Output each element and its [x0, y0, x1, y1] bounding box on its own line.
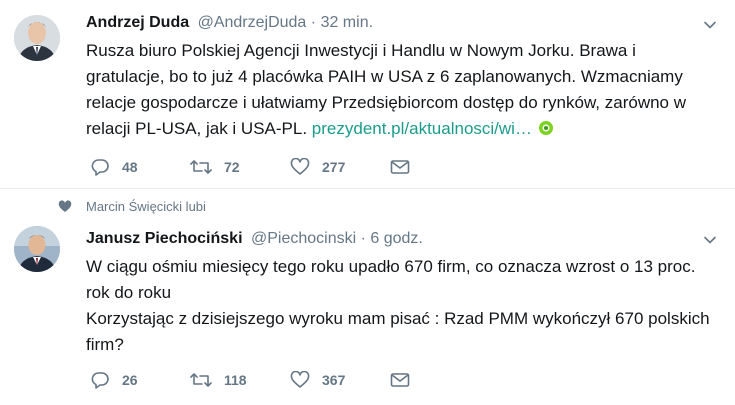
- envelope-icon: [390, 373, 410, 387]
- envelope-icon: [390, 160, 410, 174]
- author-handle[interactable]: @AndrzejDuda: [198, 14, 307, 31]
- like-button[interactable]: 367: [290, 371, 390, 389]
- tweet-header: Janusz Piechociński @Piechocinski · 6 go…: [86, 230, 423, 248]
- tweet-janusz-piechocinski[interactable]: Marcin Święcicki lubi Janusz Piechocińsk…: [0, 189, 735, 405]
- heart-icon: [58, 200, 72, 212]
- like-count: 277: [322, 159, 346, 175]
- retweet-button[interactable]: 118: [190, 372, 290, 388]
- tweet-text: W ciągu ośmiu miesięcy tego roku upadło …: [86, 257, 710, 354]
- retweet-button[interactable]: 72: [190, 159, 290, 175]
- tweet-text: Rusza biuro Polskiej Agencji Inwestycji …: [86, 38, 716, 142]
- avatar[interactable]: [14, 15, 60, 61]
- message-button[interactable]: [390, 159, 422, 175]
- reply-count: 48: [122, 159, 138, 175]
- like-button[interactable]: 277: [290, 158, 390, 176]
- retweet-icon: [190, 160, 212, 174]
- separator: ·: [360, 230, 366, 247]
- reply-icon: [91, 159, 109, 176]
- avatar[interactable]: [14, 226, 60, 272]
- message-button[interactable]: [390, 372, 422, 388]
- tweet-actions: 48 72 277: [90, 157, 422, 177]
- tweet-actions: 26 118 367: [90, 370, 422, 390]
- retweet-count: 72: [224, 159, 240, 175]
- social-context-text[interactable]: Marcin Święcicki lubi: [86, 199, 206, 214]
- reply-icon: [91, 372, 109, 389]
- reply-count: 26: [122, 372, 138, 388]
- heart-icon: [290, 371, 310, 388]
- tweet-link[interactable]: prezydent.pl/aktualnosci/wi…: [312, 119, 532, 138]
- social-context: Marcin Święcicki lubi: [58, 199, 206, 214]
- retweet-icon: [190, 373, 212, 387]
- chevron-down-icon[interactable]: [703, 233, 717, 247]
- separator: ·: [310, 14, 317, 31]
- retweet-count: 118: [224, 372, 247, 388]
- reply-button[interactable]: 26: [90, 371, 190, 389]
- heart-icon: [290, 158, 310, 175]
- author-name[interactable]: Andrzej Duda: [86, 14, 189, 31]
- author-handle[interactable]: @Piechocinski: [251, 230, 356, 247]
- timestamp[interactable]: 6 godz.: [370, 230, 422, 247]
- chevron-down-icon[interactable]: [703, 18, 717, 32]
- tweet-header: Andrzej Duda @AndrzejDuda · 32 min.: [86, 14, 373, 32]
- tweet-andrzej-duda[interactable]: Andrzej Duda @AndrzejDuda · 32 min. Rusz…: [0, 0, 735, 189]
- reply-button[interactable]: 48: [90, 158, 190, 176]
- timestamp[interactable]: 32 min.: [321, 14, 373, 31]
- link-preview-icon: [538, 121, 553, 136]
- author-name[interactable]: Janusz Piechociński: [86, 230, 243, 247]
- like-count: 367: [322, 372, 346, 388]
